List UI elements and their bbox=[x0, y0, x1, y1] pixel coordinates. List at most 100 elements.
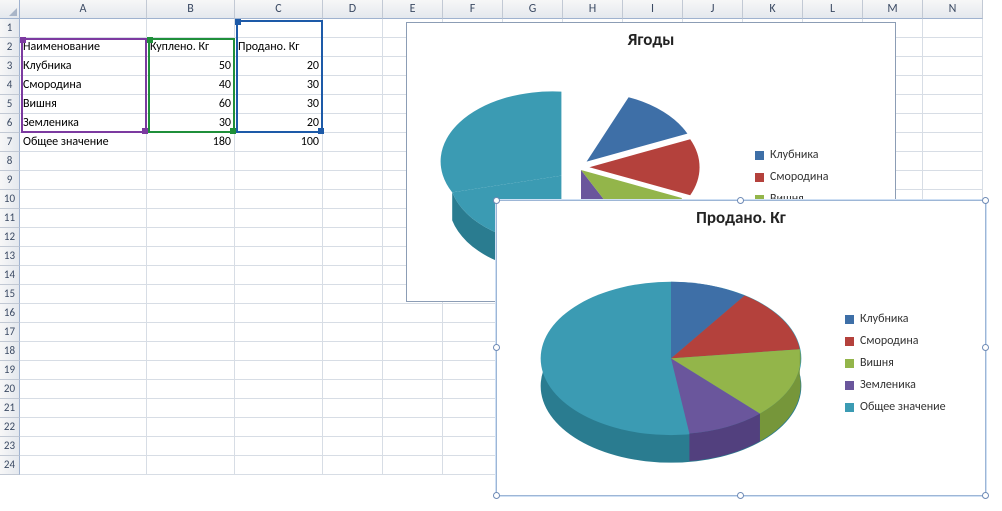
cell[interactable] bbox=[923, 114, 983, 133]
cell[interactable] bbox=[923, 152, 983, 171]
cell[interactable] bbox=[923, 19, 983, 38]
cell[interactable] bbox=[20, 171, 147, 190]
row-header[interactable]: 20 bbox=[0, 380, 20, 399]
cell[interactable] bbox=[147, 304, 235, 323]
cell[interactable] bbox=[20, 323, 147, 342]
cell[interactable] bbox=[323, 114, 383, 133]
cell[interactable] bbox=[443, 437, 503, 456]
cell[interactable]: Земленика bbox=[20, 114, 147, 133]
cell[interactable] bbox=[323, 171, 383, 190]
cell[interactable] bbox=[147, 456, 235, 475]
cell[interactable]: Наименование bbox=[20, 38, 147, 57]
cell[interactable]: 50 bbox=[147, 57, 235, 76]
row-header[interactable]: 15 bbox=[0, 285, 20, 304]
column-header[interactable]: K bbox=[743, 0, 803, 19]
cell[interactable] bbox=[383, 304, 443, 323]
cell[interactable] bbox=[443, 323, 503, 342]
row-header[interactable]: 10 bbox=[0, 190, 20, 209]
row-header[interactable]: 17 bbox=[0, 323, 20, 342]
resize-handle[interactable] bbox=[982, 197, 989, 204]
column-header[interactable]: N bbox=[923, 0, 983, 19]
cell[interactable] bbox=[235, 399, 323, 418]
resize-handle[interactable] bbox=[493, 197, 500, 204]
cell[interactable] bbox=[323, 209, 383, 228]
cell[interactable] bbox=[147, 171, 235, 190]
cell[interactable] bbox=[323, 38, 383, 57]
cell[interactable] bbox=[323, 133, 383, 152]
cell[interactable] bbox=[323, 399, 383, 418]
cell[interactable] bbox=[323, 342, 383, 361]
cell[interactable] bbox=[235, 323, 323, 342]
row-header[interactable]: 19 bbox=[0, 361, 20, 380]
cell[interactable]: 30 bbox=[147, 114, 235, 133]
row-header[interactable]: 21 bbox=[0, 399, 20, 418]
cell[interactable] bbox=[383, 437, 443, 456]
cell[interactable]: 30 bbox=[235, 95, 323, 114]
cell[interactable] bbox=[20, 342, 147, 361]
cell[interactable] bbox=[323, 152, 383, 171]
cell[interactable]: 20 bbox=[235, 114, 323, 133]
cell[interactable]: 100 bbox=[235, 133, 323, 152]
cell[interactable] bbox=[383, 399, 443, 418]
column-header[interactable]: F bbox=[443, 0, 503, 19]
resize-handle[interactable] bbox=[982, 492, 989, 499]
cell[interactable] bbox=[323, 304, 383, 323]
cell[interactable] bbox=[235, 19, 323, 38]
cell[interactable] bbox=[383, 361, 443, 380]
row-header[interactable]: 2 bbox=[0, 38, 20, 57]
cell[interactable] bbox=[20, 152, 147, 171]
cell[interactable]: Смородина bbox=[20, 76, 147, 95]
cell[interactable] bbox=[323, 285, 383, 304]
cell[interactable] bbox=[323, 76, 383, 95]
cell[interactable] bbox=[20, 437, 147, 456]
cell[interactable]: Вишня bbox=[20, 95, 147, 114]
column-header[interactable]: C bbox=[235, 0, 323, 19]
column-header[interactable]: J bbox=[683, 0, 743, 19]
row-header[interactable]: 18 bbox=[0, 342, 20, 361]
column-header[interactable]: G bbox=[503, 0, 563, 19]
cell[interactable] bbox=[923, 133, 983, 152]
cell[interactable] bbox=[20, 190, 147, 209]
resize-handle[interactable] bbox=[493, 492, 500, 499]
cell[interactable] bbox=[20, 380, 147, 399]
cell[interactable] bbox=[383, 323, 443, 342]
cell[interactable] bbox=[923, 171, 983, 190]
row-header[interactable]: 4 bbox=[0, 76, 20, 95]
cell[interactable] bbox=[323, 247, 383, 266]
cell[interactable] bbox=[20, 19, 147, 38]
row-header[interactable]: 23 bbox=[0, 437, 20, 456]
cell[interactable] bbox=[235, 304, 323, 323]
column-header[interactable]: E bbox=[383, 0, 443, 19]
column-header[interactable]: B bbox=[147, 0, 235, 19]
resize-handle[interactable] bbox=[493, 344, 500, 351]
cell[interactable] bbox=[147, 418, 235, 437]
row-header[interactable]: 3 bbox=[0, 57, 20, 76]
resize-handle[interactable] bbox=[982, 344, 989, 351]
cell[interactable] bbox=[323, 95, 383, 114]
cell[interactable] bbox=[323, 190, 383, 209]
row-header[interactable]: 8 bbox=[0, 152, 20, 171]
cell[interactable] bbox=[147, 323, 235, 342]
cell[interactable]: 180 bbox=[147, 133, 235, 152]
row-header[interactable]: 16 bbox=[0, 304, 20, 323]
cell[interactable] bbox=[147, 247, 235, 266]
cell[interactable] bbox=[323, 266, 383, 285]
cell[interactable] bbox=[235, 380, 323, 399]
cell[interactable] bbox=[323, 19, 383, 38]
row-header[interactable]: 12 bbox=[0, 228, 20, 247]
cell[interactable] bbox=[20, 266, 147, 285]
row-header[interactable]: 24 bbox=[0, 456, 20, 475]
cell[interactable] bbox=[443, 399, 503, 418]
cell[interactable]: Продано. Кг bbox=[235, 38, 323, 57]
row-header[interactable]: 22 bbox=[0, 418, 20, 437]
cell[interactable] bbox=[323, 57, 383, 76]
cell[interactable] bbox=[147, 266, 235, 285]
chart-sold[interactable]: Продано. Кг bbox=[496, 200, 986, 496]
cell[interactable] bbox=[923, 57, 983, 76]
cell[interactable] bbox=[147, 228, 235, 247]
row-header[interactable]: 11 bbox=[0, 209, 20, 228]
column-header[interactable]: I bbox=[623, 0, 683, 19]
cell[interactable] bbox=[235, 342, 323, 361]
cell[interactable] bbox=[923, 38, 983, 57]
cell[interactable] bbox=[235, 209, 323, 228]
